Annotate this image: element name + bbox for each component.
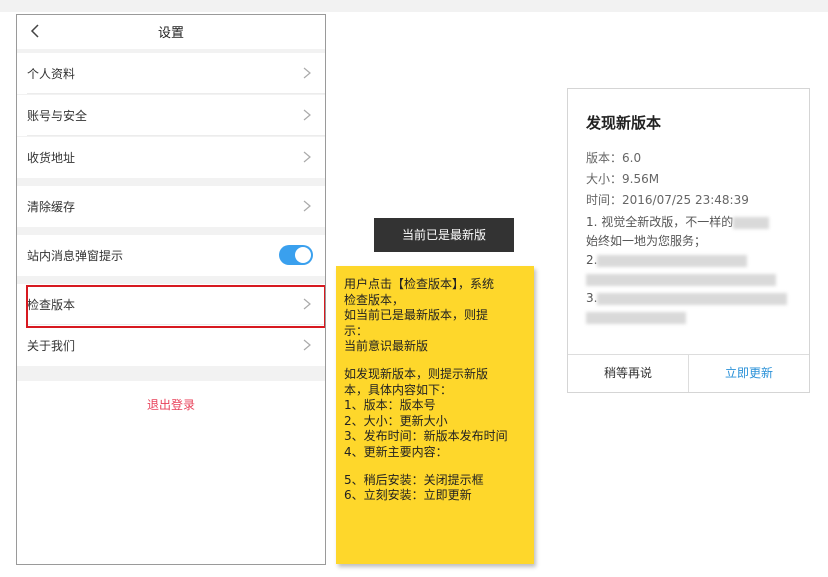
settings-item-label: 收货地址 — [27, 151, 76, 165]
notification-toggle[interactable] — [279, 245, 313, 265]
note-line: 5、稍后安装：关闭提示框 — [344, 472, 484, 487]
blurred-text — [586, 273, 776, 286]
settings-screen: 设置 个人资料 账号与安全 收货地址 清除缓存 站内消息弹窗提示 检查版本 关于… — [16, 14, 326, 565]
later-button[interactable]: 稍等再说 — [568, 355, 689, 392]
blurred-text — [597, 254, 748, 267]
settings-item-about-us[interactable]: 关于我们 — [17, 325, 325, 366]
chevron-right-icon — [303, 109, 311, 121]
note-line: 当前意识最新版 — [344, 339, 429, 354]
dialog-time: 时间：2016/07/25 23:48:39 — [586, 193, 749, 207]
settings-item-profile[interactable]: 个人资料 — [17, 53, 325, 94]
nav-bar: 设置 — [17, 15, 325, 49]
dialog-title: 发现新版本 — [586, 114, 662, 132]
note-line: 6、立刻安装：立即更新 — [344, 488, 472, 503]
blurred-text — [733, 216, 770, 229]
settings-item-label: 关于我们 — [27, 339, 76, 353]
note-line: 如发现新版本，则提示新版 — [344, 366, 489, 381]
release-note-line: 始终如一地为您服务； — [586, 234, 707, 248]
note-line: 1、版本：版本号 — [344, 398, 436, 413]
release-note-line: 1. 视觉全新改版，不一样的 — [586, 215, 734, 229]
note-line: 2、大小：更新大小 — [344, 413, 448, 428]
settings-item-account-security[interactable]: 账号与安全 — [17, 95, 325, 136]
blurred-text — [597, 292, 788, 305]
note-line: 4、更新主要内容： — [344, 444, 448, 459]
dialog-buttons: 稍等再说 立即更新 — [568, 354, 809, 392]
note-line: 3、发布时间：新版本发布时间 — [344, 429, 508, 444]
chevron-right-icon — [303, 200, 311, 212]
blank-area — [17, 423, 325, 564]
settings-item-label: 账号与安全 — [27, 109, 88, 123]
settings-item-label: 站内消息弹窗提示 — [27, 249, 124, 263]
chevron-right-icon — [303, 67, 311, 79]
annotation-note: 用户点击【检查版本】，系统 检查版本， 如当前已是最新版本，则提 示： 当前意识… — [336, 266, 534, 564]
note-line: 本，具体内容如下： — [344, 382, 453, 397]
chevron-right-icon — [303, 151, 311, 163]
dialog-size: 大小：9.56M — [586, 172, 660, 186]
logout-button[interactable]: 退出登录 — [17, 381, 325, 423]
toast-latest-version: 当前已是最新版 — [374, 218, 514, 252]
logout-label: 退出登录 — [146, 398, 195, 412]
settings-item-label: 个人资料 — [27, 67, 76, 81]
note-line: 用户点击【检查版本】，系统 — [344, 277, 495, 291]
dialog-version: 版本：6.0 — [586, 151, 642, 165]
toggle-knob — [295, 247, 311, 263]
settings-item-address[interactable]: 收货地址 — [17, 137, 325, 178]
settings-item-clear-cache[interactable]: 清除缓存 — [17, 186, 325, 227]
settings-item-notification-popup: 站内消息弹窗提示 — [17, 235, 325, 276]
chevron-right-icon — [303, 339, 311, 351]
note-line: 如当前已是最新版本，则提 — [344, 308, 489, 323]
settings-item-label: 清除缓存 — [27, 200, 76, 214]
top-strip — [0, 0, 828, 12]
update-now-button[interactable]: 立即更新 — [689, 355, 809, 392]
release-note-line: 2. — [586, 253, 598, 267]
update-dialog: 发现新版本 版本：6.0 大小：9.56M 时间：2016/07/25 23:4… — [567, 88, 810, 393]
dialog-release-notes: 1. 视觉全新改版，不一样的 始终如一地为您服务； 2. 3. — [586, 213, 796, 327]
release-note-line: 3. — [586, 291, 598, 305]
note-line: 检查版本， — [344, 292, 405, 307]
blurred-text — [586, 311, 686, 324]
check-version-highlight — [26, 285, 325, 328]
note-line: 示： — [344, 323, 369, 338]
page-title: 设置 — [157, 26, 184, 41]
